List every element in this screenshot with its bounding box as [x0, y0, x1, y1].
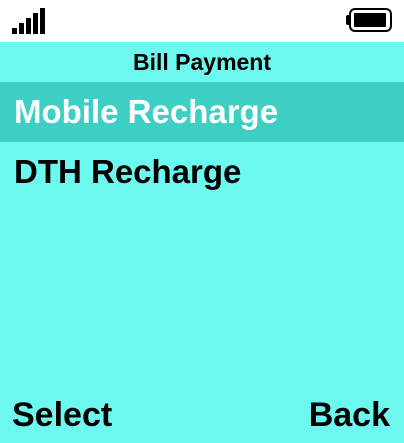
battery-level-fill — [354, 13, 386, 27]
battery-full-icon — [346, 8, 394, 32]
page-title: Bill Payment — [132, 49, 272, 75]
select-softkey[interactable]: Select — [12, 390, 112, 440]
status-bar — [0, 0, 404, 42]
menu-item-dth-recharge[interactable]: DTH Recharge — [0, 142, 404, 202]
back-softkey[interactable]: Back — [309, 390, 390, 440]
softkey-bar: Select Back — [0, 390, 404, 440]
menu-item-mobile-recharge[interactable]: Mobile Recharge — [0, 82, 404, 142]
signal-strength-icon — [12, 8, 46, 34]
menu-list: Mobile Recharge DTH Recharge — [0, 82, 404, 202]
